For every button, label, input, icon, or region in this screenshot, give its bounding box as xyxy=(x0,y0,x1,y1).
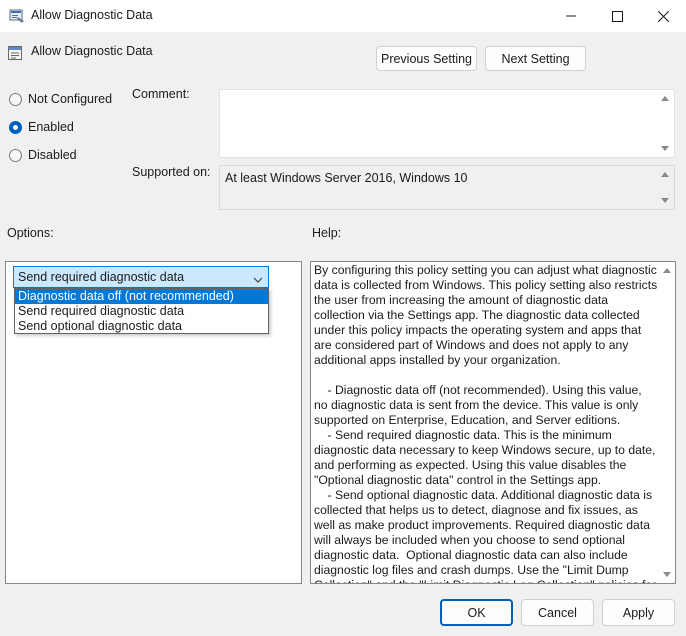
help-scrollbar[interactable] xyxy=(659,262,675,583)
maximize-button[interactable] xyxy=(594,0,640,32)
window-title: Allow Diagnostic Data xyxy=(31,8,153,22)
dropdown-option[interactable]: Diagnostic data off (not recommended) xyxy=(15,289,268,304)
ok-button[interactable]: OK xyxy=(440,599,513,626)
next-setting-button[interactable]: Next Setting xyxy=(485,46,586,71)
radio-label: Disabled xyxy=(28,148,77,162)
radio-button[interactable] xyxy=(9,148,22,162)
scroll-down-icon[interactable] xyxy=(661,146,669,151)
help-text: By configuring this policy setting you c… xyxy=(314,263,658,583)
previous-setting-button[interactable]: Previous Setting xyxy=(376,46,477,71)
diagnostic-data-dropdown[interactable]: Send required diagnostic data xyxy=(13,266,269,288)
radio-button[interactable] xyxy=(9,92,22,106)
help-label: Help: xyxy=(312,226,342,240)
radio-label: Enabled xyxy=(28,120,74,134)
radio-label: Not Configured xyxy=(28,92,113,106)
comment-scrollbar[interactable] xyxy=(657,90,674,157)
supported-on-value: At least Windows Server 2016, Windows 10 xyxy=(225,171,468,185)
scroll-up-icon[interactable] xyxy=(661,172,669,177)
close-button[interactable] xyxy=(640,0,686,32)
chevron-down-icon[interactable] xyxy=(253,273,263,287)
options-label: Options: xyxy=(7,226,54,240)
dropdown-list: Diagnostic data off (not recommended) Se… xyxy=(14,288,269,334)
policy-setting-icon xyxy=(7,45,23,61)
scroll-down-icon[interactable] xyxy=(661,198,669,203)
supported-on-label: Supported on: xyxy=(132,165,211,179)
minimize-button[interactable] xyxy=(548,0,594,32)
close-icon xyxy=(657,10,669,22)
scroll-down-icon[interactable] xyxy=(663,572,671,577)
minimize-icon xyxy=(566,11,576,21)
radio-enabled[interactable]: Enabled xyxy=(9,118,74,136)
policy-editor-app-icon xyxy=(9,8,25,24)
comment-value xyxy=(220,90,674,96)
radio-not-configured[interactable]: Not Configured xyxy=(9,90,112,108)
comment-textbox[interactable] xyxy=(219,89,675,158)
radio-disabled[interactable]: Disabled xyxy=(9,146,77,164)
dropdown-option[interactable]: Send required diagnostic data xyxy=(15,304,268,319)
policy-title: Allow Diagnostic Data xyxy=(31,44,153,58)
cancel-button[interactable]: Cancel xyxy=(521,599,594,626)
maximize-icon xyxy=(611,10,623,22)
scroll-up-icon[interactable] xyxy=(663,268,671,273)
scroll-up-icon[interactable] xyxy=(661,96,669,101)
apply-button[interactable]: Apply xyxy=(602,599,675,626)
radio-button[interactable] xyxy=(9,120,22,134)
supported-on-box: At least Windows Server 2016, Windows 10 xyxy=(219,165,675,210)
dropdown-option[interactable]: Send optional diagnostic data xyxy=(15,319,268,334)
dropdown-selected-value: Send required diagnostic data xyxy=(18,270,185,284)
comment-label: Comment: xyxy=(132,87,190,101)
supported-scrollbar[interactable] xyxy=(657,166,674,209)
